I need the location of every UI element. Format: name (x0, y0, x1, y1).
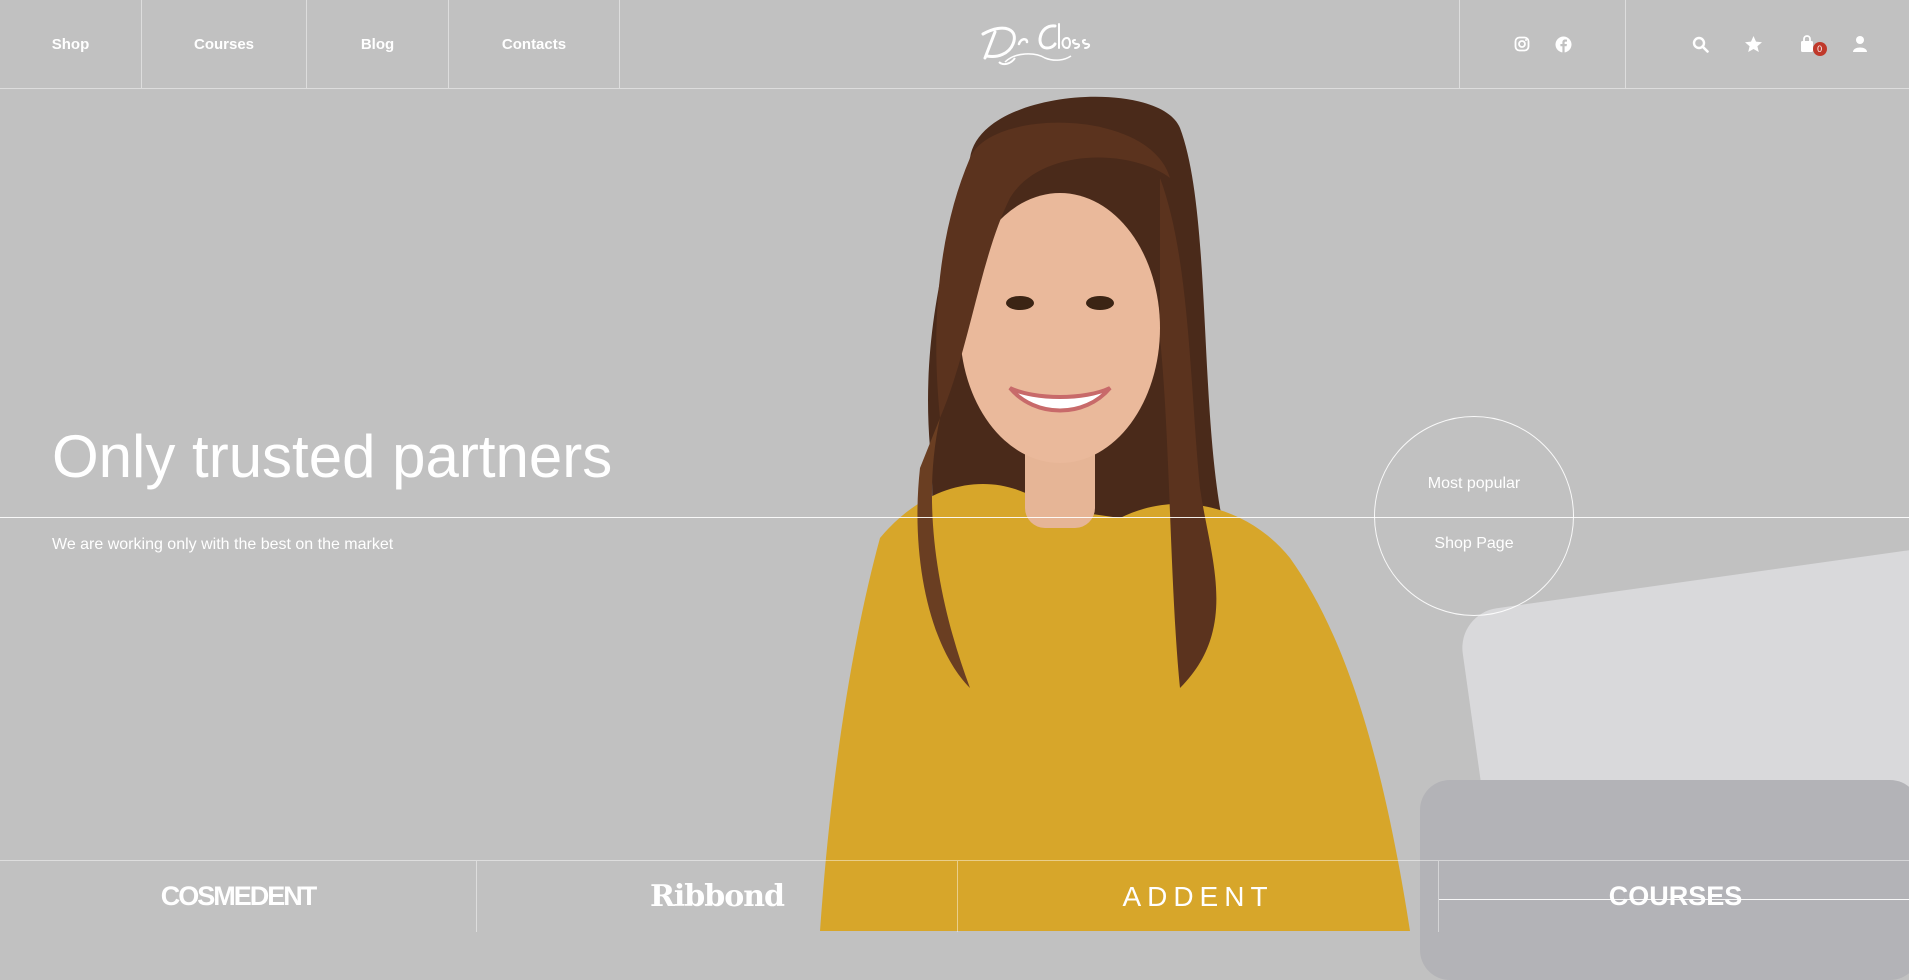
partner-label: ADDENT (1122, 880, 1274, 912)
circle-top-label[interactable]: Most popular (1374, 475, 1574, 493)
site-header: Shop Courses Blog Contacts 0 (0, 0, 1909, 89)
nav-item-blog[interactable]: Blog (307, 0, 449, 88)
nav-item-contacts[interactable]: Contacts (449, 0, 620, 88)
partner-label: Ribbond (649, 879, 785, 914)
nav-item-courses[interactable]: Courses (142, 0, 307, 88)
partners-strip: COSMEDENT Ribbond ADDENT COURSES (0, 860, 1909, 932)
hero-woman-photo (820, 96, 1410, 931)
logo[interactable] (975, 18, 1100, 70)
nav-item-label: Shop (51, 35, 90, 53)
instagram-icon[interactable] (1512, 34, 1532, 54)
facebook-icon[interactable] (1554, 34, 1574, 54)
main-nav: Shop Courses Blog Contacts (0, 0, 620, 88)
hero-title: Only trusted partners (52, 423, 613, 490)
circle-bottom-label[interactable]: Shop Page (1374, 535, 1574, 553)
header-tools: 0 (1690, 0, 1870, 88)
partner-courses-link[interactable]: COURSES (1439, 861, 1909, 932)
nav-item-shop[interactable]: Shop (0, 0, 142, 88)
social-links (1459, 0, 1626, 88)
star-icon[interactable] (1743, 34, 1763, 54)
nav-item-label: Blog (360, 35, 395, 53)
partner-ribbond-logo[interactable]: Ribbond (477, 861, 958, 932)
partner-cosmedent-logo[interactable]: COSMEDENT (0, 861, 477, 932)
hero-divider (0, 517, 1909, 518)
search-icon[interactable] (1690, 34, 1710, 54)
nav-item-label: Contacts (501, 35, 567, 53)
hero-subtitle: We are working only with the best on the… (52, 536, 394, 553)
partner-label: COURSES (1608, 881, 1743, 911)
cart-count-badge: 0 (1812, 42, 1827, 56)
partner-label: COSMEDENT (160, 881, 318, 911)
user-icon[interactable] (1850, 34, 1870, 54)
shop-circle-link[interactable] (1374, 416, 1574, 616)
partner-addent-logo[interactable]: ADDENT (958, 861, 1439, 932)
bag-icon[interactable]: 0 (1797, 34, 1827, 56)
nav-item-label: Courses (193, 35, 255, 53)
